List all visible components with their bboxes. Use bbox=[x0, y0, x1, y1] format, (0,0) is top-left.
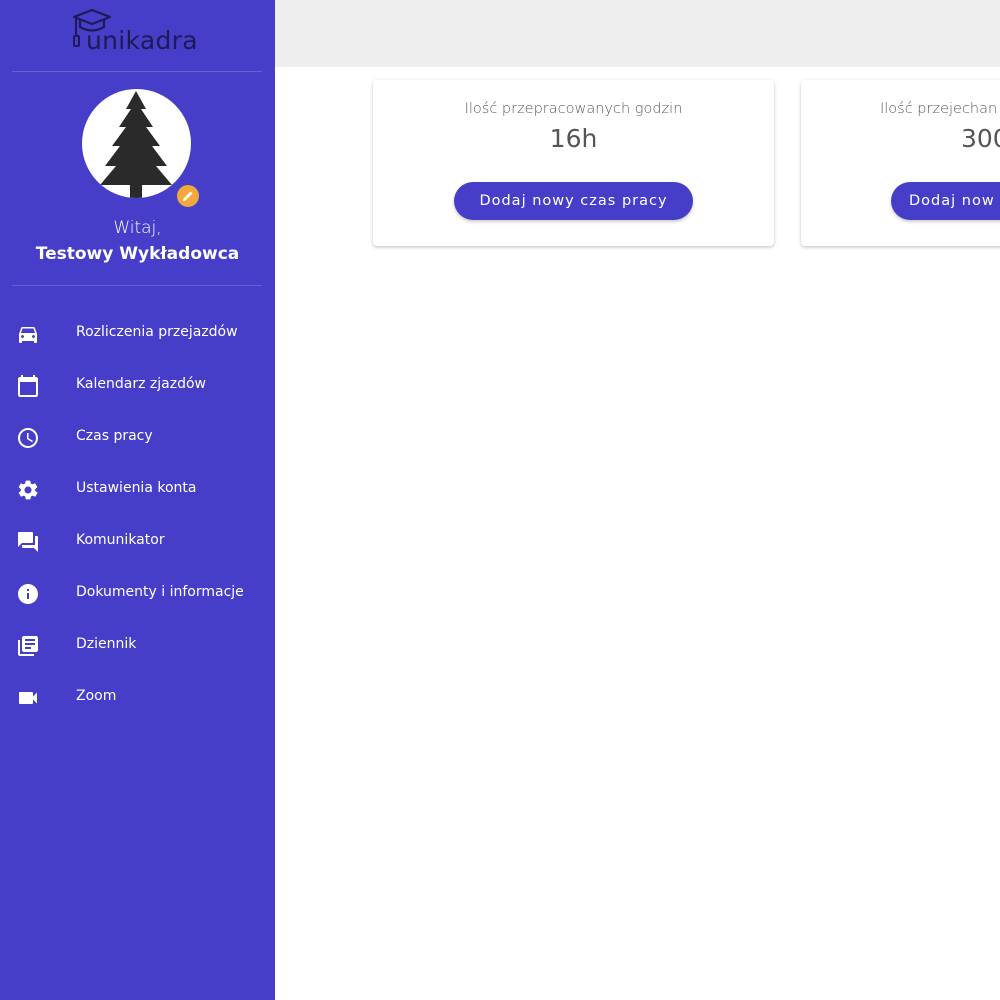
library-books-icon bbox=[18, 636, 38, 656]
user-name: Testowy Wykładowca bbox=[35, 244, 240, 264]
sidebar-item-zoom[interactable]: Zoom bbox=[0, 672, 275, 724]
greeting: Witaj, bbox=[113, 218, 162, 238]
sidebar-item-dziennik[interactable]: Dziennik bbox=[0, 620, 275, 672]
car-icon bbox=[19, 327, 37, 343]
card-title: Ilość przepracowanych godzin bbox=[464, 101, 683, 117]
avatar[interactable] bbox=[82, 89, 191, 198]
clock-icon bbox=[18, 428, 38, 448]
worked-hours-card: Ilość przepracowanych godzin 16h Dodaj n… bbox=[373, 80, 774, 246]
chat-icon bbox=[18, 532, 38, 552]
sidebar-item-label: Komunikator bbox=[76, 532, 165, 548]
gear-icon bbox=[18, 480, 38, 500]
sidebar-item-label: Kalendarz zjazdów bbox=[76, 376, 206, 392]
logo[interactable]: unikadra bbox=[0, 6, 275, 56]
add-trip-button[interactable]: Dodaj now bbox=[891, 182, 1000, 220]
brand-name: unikadra bbox=[86, 26, 198, 55]
divider bbox=[12, 285, 262, 286]
card-title: Ilość przejechan bbox=[880, 101, 998, 117]
sidebar-item-rozliczenia[interactable]: Rozliczenia przejazdów bbox=[0, 308, 275, 360]
sidebar-item-ustawienia[interactable]: Ustawienia konta bbox=[0, 464, 275, 516]
sidebar-item-komunikator[interactable]: Komunikator bbox=[0, 516, 275, 568]
divider bbox=[12, 71, 262, 72]
calendar-icon bbox=[18, 375, 38, 397]
sidebar-item-label: Dziennik bbox=[76, 636, 137, 652]
videocam-icon bbox=[19, 692, 37, 704]
sidebar-item-label: Ustawienia konta bbox=[76, 480, 197, 496]
edit-avatar-button[interactable] bbox=[177, 185, 199, 207]
card-value: 16h bbox=[549, 124, 598, 153]
mileage-card: Ilość przejechan 300 Dodaj now bbox=[801, 80, 1000, 246]
info-icon bbox=[18, 584, 38, 604]
sidebar-item-label: Dokumenty i informacje bbox=[76, 584, 244, 600]
add-work-time-button[interactable]: Dodaj nowy czas pracy bbox=[454, 182, 693, 220]
sidebar-item-label: Rozliczenia przejazdów bbox=[76, 324, 238, 340]
sidebar-item-dokumenty[interactable]: Dokumenty i informacje bbox=[0, 568, 275, 620]
sidebar: unikadra Witaj, Testowy Wykładowca Rozli… bbox=[0, 0, 275, 1000]
sidebar-item-label: Zoom bbox=[76, 688, 117, 704]
tree-image bbox=[100, 91, 172, 198]
sidebar-item-kalendarz[interactable]: Kalendarz zjazdów bbox=[0, 360, 275, 412]
pencil-icon bbox=[183, 191, 193, 201]
top-bar bbox=[275, 0, 1000, 67]
sidebar-item-label: Czas pracy bbox=[76, 428, 153, 444]
card-value: 300 bbox=[961, 124, 1000, 153]
sidebar-item-czas-pracy[interactable]: Czas pracy bbox=[0, 412, 275, 464]
